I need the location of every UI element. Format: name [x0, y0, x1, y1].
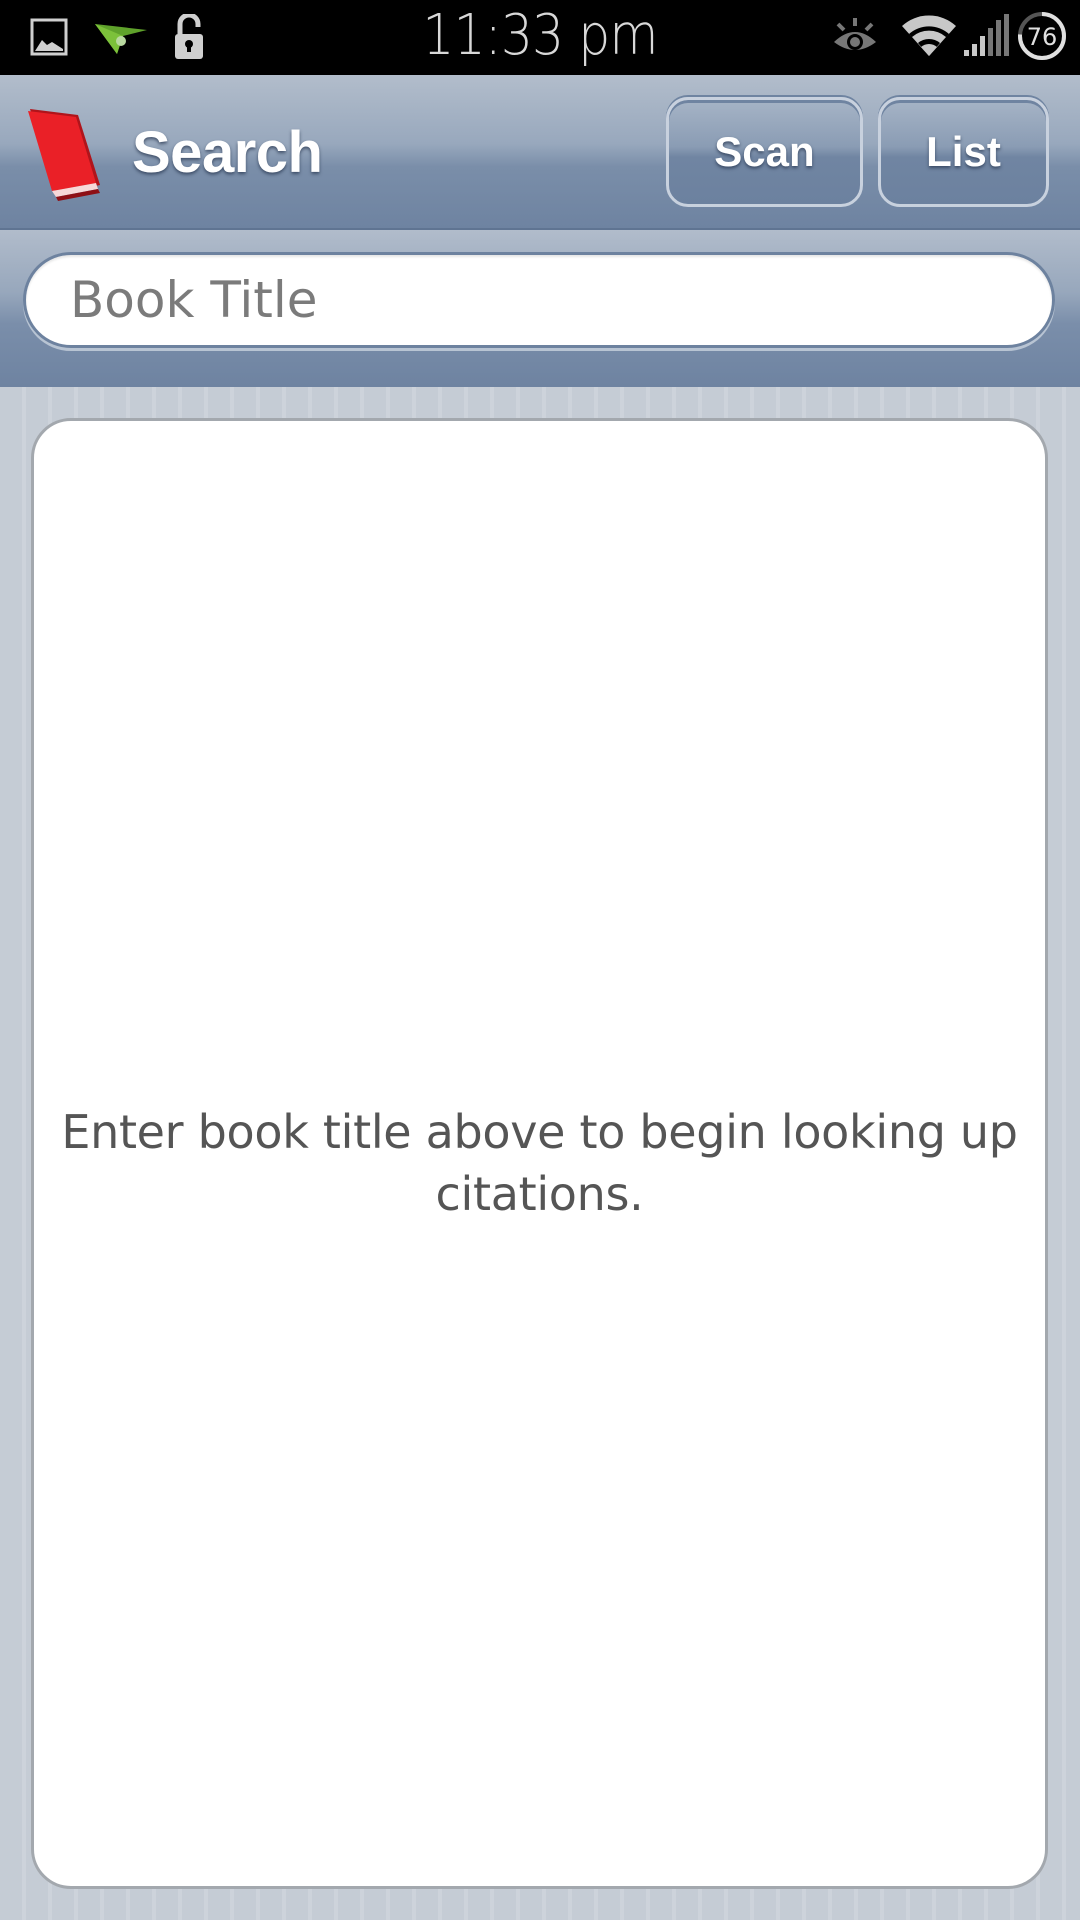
book-title-input[interactable]	[23, 252, 1055, 348]
search-bar	[0, 230, 1080, 387]
red-book-icon	[26, 105, 108, 206]
wifi-icon	[900, 12, 958, 63]
page-title: Search	[132, 120, 323, 185]
scan-button[interactable]: Scan	[666, 97, 863, 207]
status-bar: 11:33 pm 76	[0, 0, 1080, 75]
eye-icon	[832, 16, 878, 61]
list-button[interactable]: List	[878, 97, 1049, 207]
battery-icon: 76	[1016, 10, 1068, 67]
battery-level: 76	[1027, 23, 1058, 51]
clock: 11:33 pm	[422, 3, 658, 68]
results-panel: Enter book title above to begin looking …	[31, 418, 1048, 1889]
signal-icon	[962, 12, 1012, 63]
app-header: Search Scan List	[0, 75, 1080, 230]
empty-state-message: Enter book title above to begin looking …	[61, 1104, 1018, 1221]
